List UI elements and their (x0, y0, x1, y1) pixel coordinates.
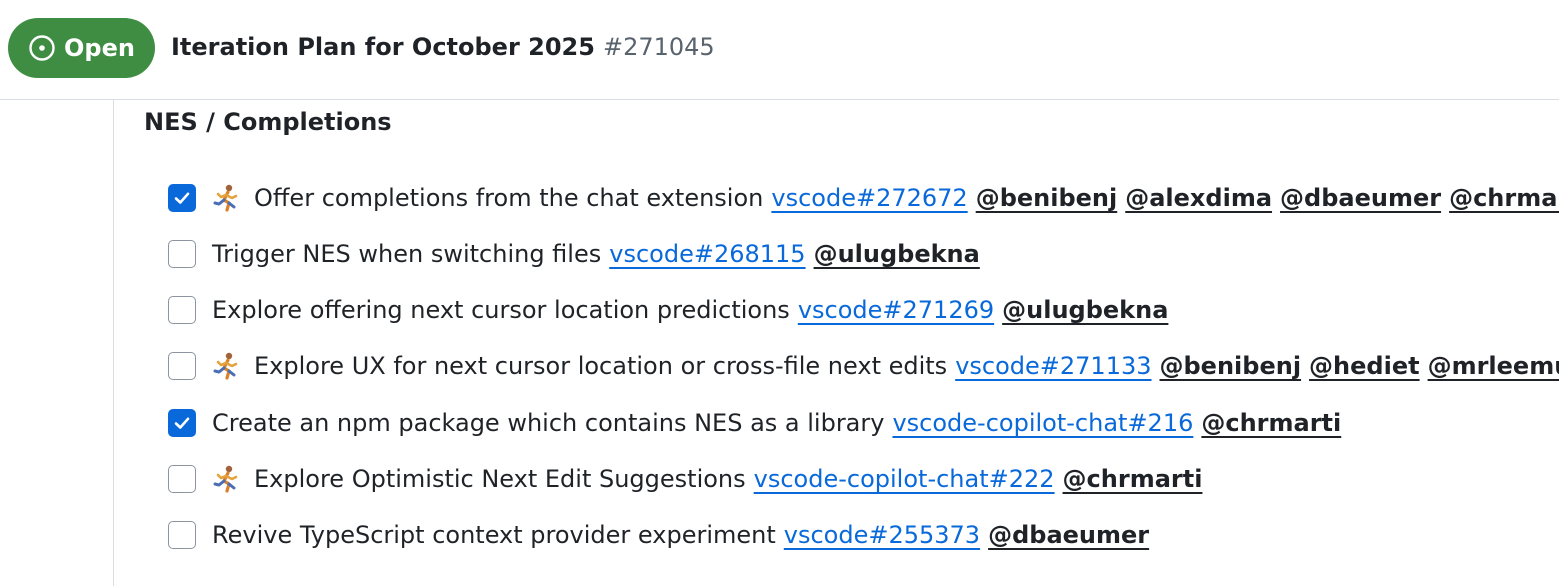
task-item: Explore offering next cursor location pr… (168, 282, 1548, 338)
task-checkbox[interactable] (168, 521, 196, 549)
task-text: Explore UX for next cursor location or c… (254, 352, 948, 380)
issue-opened-icon (28, 34, 56, 62)
issue-link[interactable]: vscode#272672 (771, 184, 967, 212)
task-checkbox[interactable] (168, 465, 196, 493)
task-item: Explore Optimistic Next Edit Suggestions… (168, 451, 1548, 507)
task-checkbox[interactable] (168, 240, 196, 268)
task-text: Trigger NES when switching files (212, 240, 602, 268)
task-text: Explore offering next cursor location pr… (212, 296, 790, 324)
user-mention[interactable]: @dbaeumer (988, 521, 1149, 549)
issue-header: Open Iteration Plan for October 2025 #27… (0, 0, 1559, 100)
issue-title: Iteration Plan for October 2025 #271045 (171, 30, 715, 64)
issue-link[interactable]: vscode#271133 (955, 352, 1151, 380)
issue-state-label: Open (64, 34, 135, 62)
user-mention[interactable]: @chrmarti (1201, 409, 1341, 437)
task-item: Explore UX for next cursor location or c… (168, 338, 1559, 394)
task-item: Create an npm package which contains NES… (168, 395, 1548, 451)
user-mention[interactable]: @dbaeumer (1280, 184, 1441, 212)
running-person-icon (212, 464, 240, 494)
task-item: Offer completions from the chat extensio… (168, 170, 1559, 226)
task-checkbox[interactable] (168, 409, 196, 437)
task-item: Revive TypeScript context provider exper… (168, 507, 1548, 563)
running-person-icon (212, 183, 240, 213)
task-checkbox[interactable] (168, 184, 196, 212)
section-heading: NES / Completions (144, 108, 392, 136)
task-checkbox[interactable] (168, 296, 196, 324)
check-icon (174, 192, 190, 204)
user-mention[interactable]: @ulugbekna (814, 240, 980, 268)
issue-state-badge: Open (8, 18, 155, 78)
check-icon (174, 417, 190, 429)
issue-link[interactable]: vscode#268115 (609, 240, 805, 268)
user-mention[interactable]: @chrmarti (1449, 184, 1559, 212)
issue-link[interactable]: vscode#271269 (798, 296, 994, 324)
task-checkbox[interactable] (168, 352, 196, 380)
user-mention[interactable]: @chrmarti (1063, 465, 1203, 493)
user-mention[interactable]: @benibenj (976, 184, 1118, 212)
user-mention[interactable]: @hediet (1309, 352, 1420, 380)
issue-link[interactable]: vscode-copilot-chat#216 (892, 409, 1193, 437)
task-text: Offer completions from the chat extensio… (254, 184, 764, 212)
issue-link[interactable]: vscode#255373 (784, 521, 980, 549)
running-person-icon (212, 351, 240, 381)
user-mention[interactable]: @benibenj (1160, 352, 1302, 380)
task-text: Revive TypeScript context provider exper… (212, 521, 776, 549)
issue-number: #271045 (602, 33, 715, 61)
task-text: Explore Optimistic Next Edit Suggestions (254, 465, 746, 493)
issue-title-text: Iteration Plan for October 2025 (171, 33, 595, 61)
user-mention[interactable]: @ulugbekna (1002, 296, 1168, 324)
issue-link[interactable]: vscode-copilot-chat#222 (754, 465, 1055, 493)
user-mention[interactable]: @alexdima (1125, 184, 1272, 212)
task-text: Create an npm package which contains NES… (212, 409, 885, 437)
task-item: Trigger NES when switching files vscode#2… (168, 226, 1548, 282)
user-mention[interactable]: @mrleemurray (1428, 352, 1559, 380)
comment-rail (113, 100, 114, 586)
